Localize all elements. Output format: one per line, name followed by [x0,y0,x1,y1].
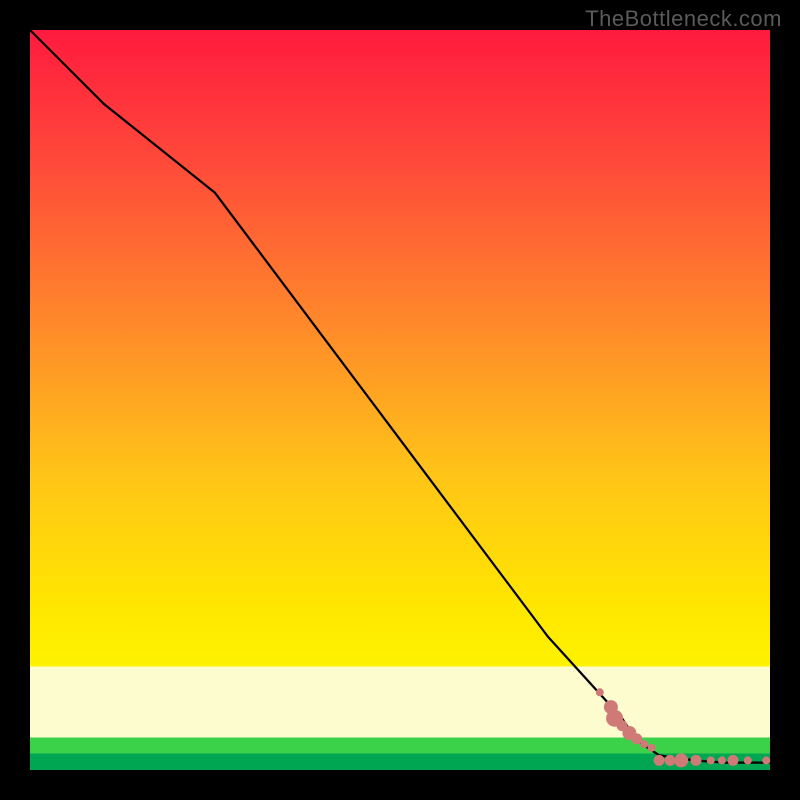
data-point [718,756,726,764]
data-point [640,740,648,748]
chart-frame: TheBottleneck.com [0,0,800,800]
watermark-text: TheBottleneck.com [585,6,782,32]
data-point [707,756,715,764]
plot-area [30,30,770,770]
data-point [762,756,770,764]
data-point [744,756,752,764]
data-point [596,688,604,696]
marker-group [596,688,771,767]
bottleneck-curve [30,30,770,763]
data-point [665,755,676,766]
data-point [691,755,702,766]
data-point [648,744,656,752]
data-point [674,753,688,767]
data-point [654,755,665,766]
data-point [728,755,739,766]
chart-overlay [30,30,770,770]
